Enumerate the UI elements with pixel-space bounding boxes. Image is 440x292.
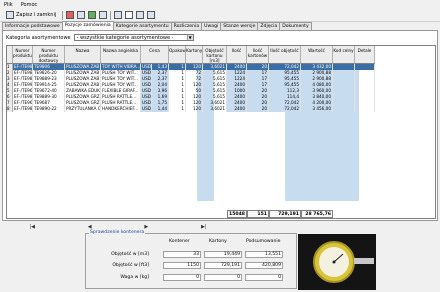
category-filter-label: Kategoria asortymentowe [6, 34, 71, 41]
column-header[interactable]: Nazwa [65, 46, 101, 64]
col-cartons: Kartony [209, 239, 227, 244]
table-cell[interactable]: HANDKERCHIEF... [101, 106, 141, 112]
table-cell[interactable]: 72,042 [269, 106, 301, 112]
col-container: Kontener [169, 239, 190, 244]
table-cell[interactable] [355, 106, 375, 112]
add-icon[interactable] [88, 11, 97, 19]
delete-icon[interactable] [66, 11, 75, 19]
weight-label: Waga w [kg] [120, 275, 149, 280]
currency-cell[interactable]: USD [141, 106, 152, 112]
category-select[interactable]: - wszystkie kategorie asortymentowe - ▼ [73, 34, 194, 41]
table-cell[interactable]: 120 [186, 106, 203, 112]
save-icon [6, 11, 14, 19]
settings-icon[interactable] [147, 11, 156, 19]
tab-old-versions[interactable]: Stanze wersje [220, 22, 259, 30]
tab-photos[interactable]: Zdjęcia [257, 22, 281, 30]
column-header[interactable]: Detale [355, 46, 375, 64]
column-header[interactable]: Ilość objętość [269, 46, 301, 64]
save-close-label: Zapisz i zamknij [16, 12, 57, 18]
print-icon[interactable] [114, 11, 123, 19]
volume-m3-summary[interactable]: 13,551 [245, 251, 283, 258]
column-header[interactable]: Opakowanie [169, 46, 186, 64]
tab-basic-info[interactable]: Informacje podstawowe [2, 22, 63, 30]
volume-m3-label: Objętość w [m3] [111, 252, 149, 257]
volume-m3-container[interactable]: 33 [163, 251, 201, 258]
col-summary: Podsumowanie [246, 239, 281, 244]
column-header[interactable]: Cena [141, 46, 169, 64]
table-cell[interactable]: 1 [169, 106, 186, 112]
table-cell[interactable]: 3 456,00 [301, 106, 333, 112]
table-cell[interactable] [333, 106, 355, 112]
column-header[interactable]: Wartość [301, 46, 333, 64]
save-close-button[interactable]: Zapisz i zamknij [3, 9, 59, 21]
column-header[interactable]: Numer produktu dostawcy [33, 46, 65, 64]
gauge-image [298, 234, 376, 290]
volume-ft3-label: Objętość w [ft3] [112, 263, 149, 268]
container-check-title: Sprawdzenie kontenera [89, 230, 146, 235]
total-qvol: 729,191 [269, 210, 301, 218]
toolbar-separator [62, 10, 64, 20]
tab-notes[interactable]: Uwagi [201, 22, 222, 30]
open-icon[interactable] [77, 11, 86, 19]
total-qty: 15048 [227, 210, 247, 218]
table-cell[interactable]: 3,6021 [203, 106, 227, 112]
table-cell[interactable]: EF-/TE9890-... [13, 106, 33, 112]
order-items-panel: Kategoria asortymentowe - wszystkie kate… [2, 30, 438, 221]
column-header[interactable]: Ilość kartonów [247, 46, 269, 64]
tab-settlements[interactable]: Rozliczenia [170, 22, 203, 30]
last-record-button[interactable]: ▶| [201, 224, 207, 230]
table-cell[interactable]: PRZYTULANKA C [65, 106, 101, 112]
volume-m3-cartons[interactable]: 19,449 [204, 251, 242, 258]
total-val: 28 765,76 [301, 210, 333, 218]
menu-help[interactable]: Pomoc [21, 2, 38, 8]
category-select-value: - wszystkie kategorie asortymentowe - [76, 35, 174, 41]
tab-strip: Informacje podstawowe Pozycje zamówienia… [2, 21, 312, 30]
tab-categories[interactable]: Kategorie asortymentu [112, 22, 172, 30]
product-photo [298, 234, 376, 290]
items-grid[interactable]: Numer produktu Numer produktu dostawcy Naz… [6, 45, 436, 219]
category-filter: Kategoria asortymentowe - wszystkie kate… [6, 34, 194, 41]
first-record-button[interactable]: |◀ [29, 224, 35, 230]
column-header[interactable]: Nazwa angielska [101, 46, 141, 64]
menu-bar: Plik Pomoc [0, 0, 440, 9]
column-header[interactable]: Ilość [227, 46, 247, 64]
total-qtyc: 151 [247, 210, 269, 218]
column-header[interactable]: Objętość kartonu [m3] [203, 46, 227, 64]
volume-ft3-summary[interactable]: 420,809 [245, 262, 283, 269]
document-icon[interactable] [125, 11, 134, 19]
tab-documents[interactable]: Dokumenty [279, 22, 312, 30]
container-check: Sprawdzenie kontenera Kontener Kartony P… [85, 230, 297, 289]
volume-ft3-cartons[interactable]: 729,191 [204, 262, 242, 269]
weight-summary[interactable]: 0 [245, 274, 283, 281]
chevron-down-icon[interactable]: ▼ [186, 35, 193, 40]
column-header[interactable]: Kartony [186, 46, 203, 64]
weight-cartons[interactable]: 0 [204, 274, 242, 281]
weight-container[interactable]: 0 [163, 274, 201, 281]
column-header[interactable]: Numer produktu [13, 46, 33, 64]
table-cell[interactable]: 2400 [227, 106, 247, 112]
menu-file[interactable]: Plik [4, 2, 13, 8]
column-header[interactable]: Kod celny [333, 46, 355, 64]
volume-ft3-container[interactable]: 1150 [163, 262, 201, 269]
export-icon[interactable] [136, 11, 145, 19]
table-cell[interactable]: TE9890-22 [33, 106, 65, 112]
table-cell[interactable]: 20 [247, 106, 269, 112]
toolbar-separator [110, 10, 112, 20]
tab-order-items[interactable]: Pozycje zamówienia [61, 21, 114, 30]
edit-icon[interactable] [99, 11, 108, 19]
